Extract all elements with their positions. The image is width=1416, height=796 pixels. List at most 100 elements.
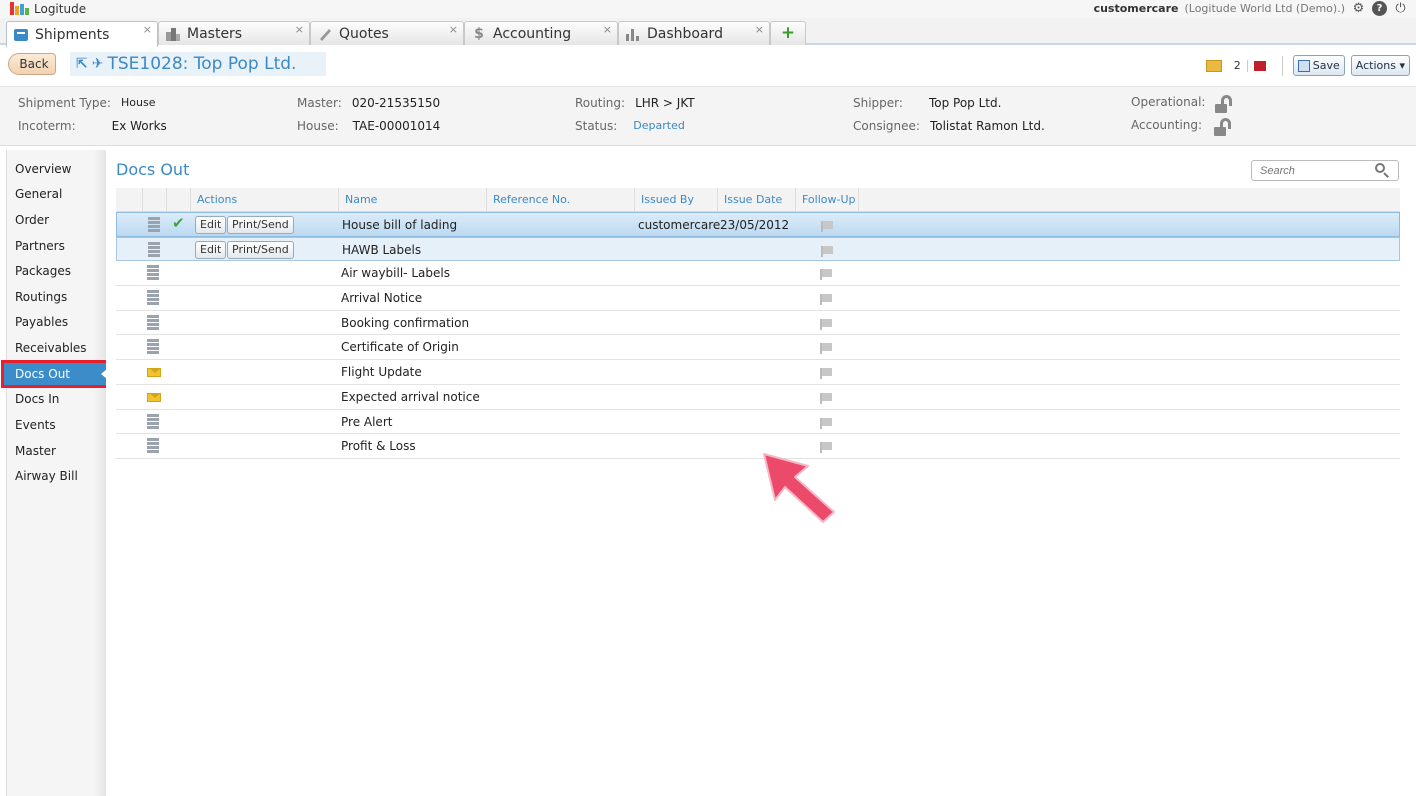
col-name[interactable]: Name bbox=[338, 188, 486, 212]
sidebar-item-airway-bill[interactable]: Airway Bill bbox=[7, 464, 107, 488]
edit-button[interactable]: Edit bbox=[195, 240, 227, 259]
col-follow-up[interactable]: Follow-Up bbox=[795, 188, 859, 212]
doc-name[interactable]: Flight Update bbox=[341, 360, 422, 384]
actions-button[interactable]: Actions ▾ bbox=[1350, 55, 1410, 76]
follow-up-flag-icon[interactable] bbox=[820, 318, 832, 330]
tab-label: Shipments bbox=[35, 26, 110, 43]
follow-up-flag-icon[interactable] bbox=[821, 245, 833, 257]
doc-name[interactable]: Expected arrival notice bbox=[341, 385, 480, 409]
doc-name[interactable]: Profit & Loss bbox=[341, 434, 416, 458]
save-button[interactable]: Save bbox=[1292, 55, 1345, 76]
col-actions[interactable]: Actions bbox=[190, 188, 338, 212]
tab-accounting[interactable]: $ Accounting × bbox=[464, 21, 618, 45]
add-tab-button[interactable]: + bbox=[770, 21, 806, 45]
consignee: Consignee: Tolistat Ramon Ltd. bbox=[853, 119, 1045, 133]
close-icon[interactable]: × bbox=[603, 23, 612, 36]
gear-icon[interactable]: ⚙ bbox=[1351, 1, 1366, 16]
shipment-type: Shipment Type: House bbox=[18, 96, 156, 110]
col-issued-by[interactable]: Issued By bbox=[634, 188, 717, 212]
table-row[interactable]: Expected arrival notice bbox=[116, 385, 1400, 410]
document-stack-icon[interactable] bbox=[147, 339, 159, 355]
user-org: (Logitude World Ltd (Demo).) bbox=[1184, 2, 1345, 15]
document-stack-icon[interactable] bbox=[147, 290, 159, 306]
sidebar-item-docs-out[interactable]: Docs Out bbox=[1, 360, 113, 388]
sidebar-item-general[interactable]: General bbox=[7, 182, 107, 206]
tab-shipments[interactable]: Shipments × bbox=[6, 21, 158, 47]
document-stack-icon[interactable] bbox=[147, 413, 159, 430]
close-icon[interactable]: × bbox=[295, 23, 304, 36]
col-issue-date[interactable]: Issue Date bbox=[717, 188, 795, 212]
follow-up-flag-icon[interactable] bbox=[820, 343, 832, 355]
doc-name[interactable]: HAWB Labels bbox=[342, 238, 421, 262]
unlock-icon[interactable] bbox=[1215, 95, 1235, 113]
table-row[interactable]: Booking confirmation bbox=[116, 311, 1400, 336]
document-stack-icon[interactable] bbox=[147, 438, 159, 454]
flag-icon[interactable] bbox=[1253, 60, 1266, 71]
table-row[interactable]: Arrival Notice bbox=[116, 286, 1400, 311]
follow-up-flag-icon[interactable] bbox=[820, 417, 832, 429]
routing: Routing: LHR > JKT bbox=[575, 96, 695, 110]
search-icon[interactable] bbox=[1374, 162, 1390, 178]
doc-name[interactable]: Pre Alert bbox=[341, 410, 392, 434]
edit-button[interactable]: Edit bbox=[195, 216, 227, 234]
quotes-icon bbox=[317, 26, 333, 42]
table-row[interactable]: Certificate of Origin bbox=[116, 335, 1400, 361]
docs-out-grid: Actions Name Reference No. Issued By Iss… bbox=[116, 188, 1400, 459]
status: Status: Departed bbox=[575, 119, 685, 133]
col-reference[interactable]: Reference No. bbox=[486, 188, 634, 212]
print-send-button[interactable]: Print/Send bbox=[227, 240, 294, 259]
follow-up-flag-icon[interactable] bbox=[821, 221, 833, 232]
sidebar-item-events[interactable]: Events bbox=[7, 413, 107, 437]
doc-name[interactable]: Air waybill- Labels bbox=[341, 261, 450, 285]
tab-quotes[interactable]: Quotes × bbox=[310, 21, 464, 45]
follow-up-flag-icon[interactable] bbox=[820, 294, 832, 306]
follow-up-flag-icon[interactable] bbox=[820, 269, 832, 281]
tab-masters[interactable]: Masters × bbox=[158, 21, 310, 45]
user-name[interactable]: customercare bbox=[1094, 2, 1179, 15]
table-row[interactable]: Edit Print/Send HAWB Labels bbox=[116, 236, 1400, 262]
sidebar-item-master[interactable]: Master bbox=[7, 439, 107, 463]
print-send-button[interactable]: Print/Send bbox=[227, 216, 294, 234]
checkmark-icon: ✔ bbox=[172, 214, 185, 232]
document-stack-icon[interactable] bbox=[148, 217, 160, 233]
document-stack-icon[interactable] bbox=[147, 314, 159, 331]
doc-name[interactable]: Arrival Notice bbox=[341, 286, 422, 310]
doc-name[interactable]: House bill of lading bbox=[342, 213, 457, 237]
close-icon[interactable]: × bbox=[143, 23, 152, 36]
close-icon[interactable]: × bbox=[755, 23, 764, 36]
airplane-icon: ✈ bbox=[91, 56, 104, 72]
sidebar-item-overview[interactable]: Overview bbox=[7, 157, 107, 181]
col-icon bbox=[142, 188, 166, 212]
table-row[interactable]: Air waybill- Labels bbox=[116, 261, 1400, 287]
sidebar-item-payables[interactable]: Payables bbox=[7, 310, 107, 334]
export-icon: ⇱ bbox=[76, 56, 88, 72]
table-row[interactable]: ✔ Edit Print/Send House bill of lading custo… bbox=[116, 212, 1400, 237]
back-button[interactable]: Back bbox=[8, 53, 56, 75]
envelope-icon[interactable] bbox=[147, 392, 161, 402]
power-icon[interactable]: ⏻ bbox=[1393, 1, 1408, 16]
follow-up-flag-icon[interactable] bbox=[820, 392, 832, 404]
doc-name[interactable]: Certificate of Origin bbox=[341, 335, 459, 359]
sidebar-item-docs-in[interactable]: Docs In bbox=[7, 387, 107, 411]
table-row[interactable]: Flight Update bbox=[116, 360, 1400, 385]
follow-up-flag-icon[interactable] bbox=[820, 368, 832, 380]
sidebar-item-routings[interactable]: Routings bbox=[7, 285, 107, 309]
document-stack-icon[interactable] bbox=[147, 265, 159, 281]
sidebar-item-partners[interactable]: Partners bbox=[7, 234, 107, 258]
divider bbox=[1246, 59, 1248, 72]
tab-label: Dashboard bbox=[647, 25, 723, 42]
documents-icon[interactable] bbox=[1205, 59, 1222, 72]
sidebar-item-receivables[interactable]: Receivables bbox=[7, 336, 107, 360]
unlock-icon[interactable] bbox=[1214, 118, 1234, 136]
help-icon[interactable]: ? bbox=[1372, 1, 1387, 16]
envelope-icon[interactable] bbox=[147, 368, 161, 378]
doc-name[interactable]: Booking confirmation bbox=[341, 311, 469, 335]
document-stack-icon[interactable] bbox=[148, 241, 160, 258]
close-icon[interactable]: × bbox=[449, 23, 458, 36]
sidebar-item-order[interactable]: Order bbox=[7, 208, 107, 232]
app-window: Logitude customercare (Logitude World Lt… bbox=[0, 0, 1416, 796]
sidebar-item-packages[interactable]: Packages bbox=[7, 259, 107, 283]
tab-dashboard[interactable]: Dashboard × bbox=[618, 21, 770, 45]
follow-up-flag-icon[interactable] bbox=[820, 442, 832, 454]
table-row[interactable]: Pre Alert bbox=[116, 410, 1400, 435]
